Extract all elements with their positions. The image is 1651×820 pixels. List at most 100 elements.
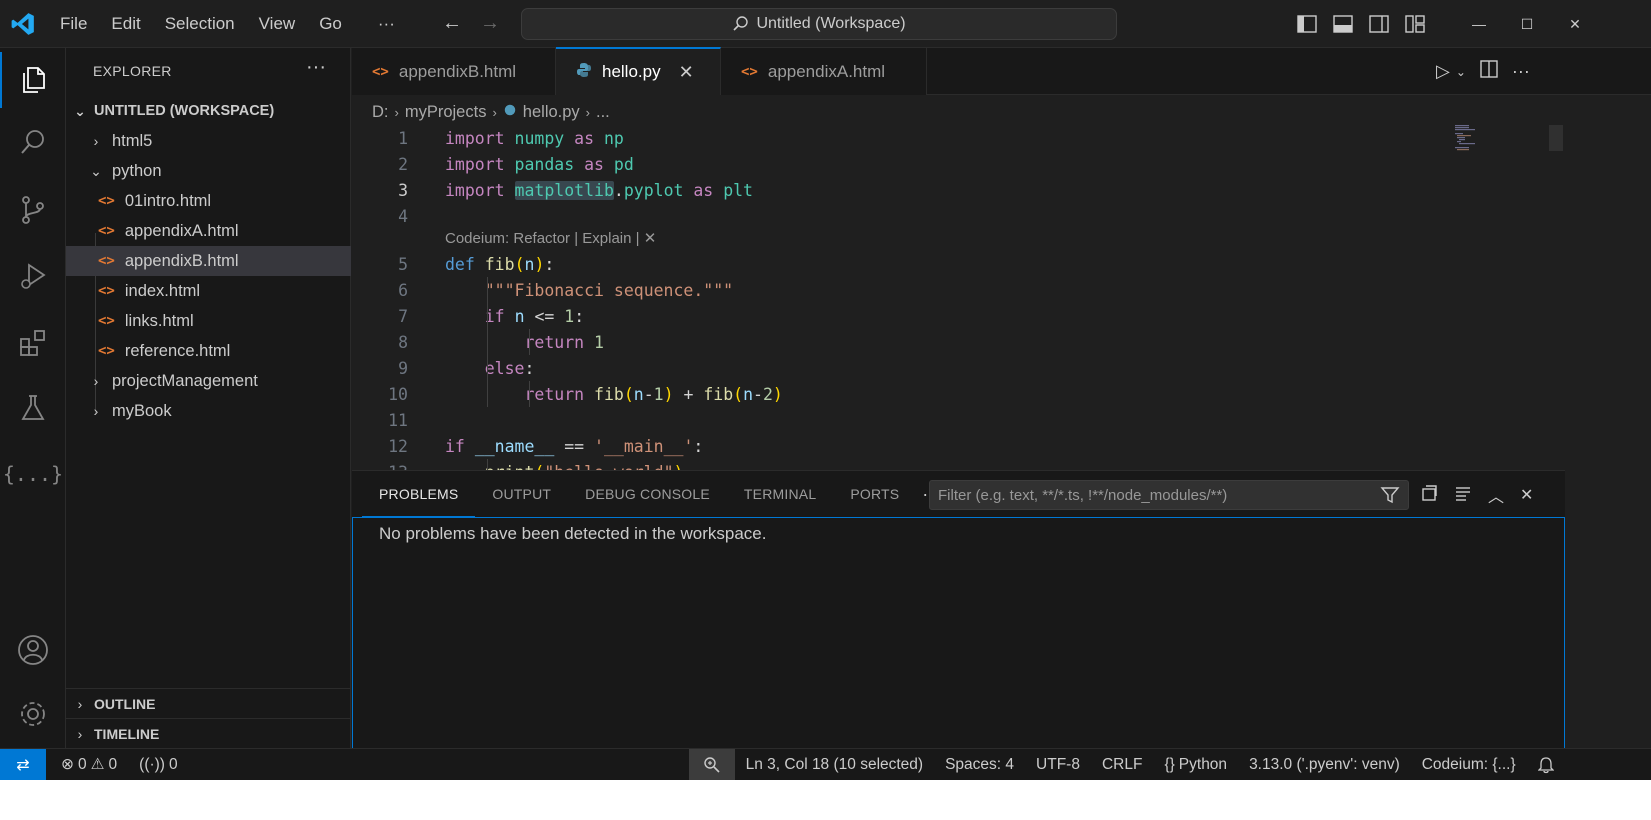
settings-gear-icon[interactable] [0, 686, 66, 742]
toggle-secondary-sidebar-icon[interactable] [1368, 13, 1390, 35]
tab-hello-py[interactable]: hello.py ✕ [556, 47, 721, 95]
breadcrumb-file[interactable]: hello.py [523, 103, 580, 122]
tab-debug-console[interactable]: DEBUG CONSOLE [568, 471, 727, 517]
breadcrumb-folder[interactable]: myProjects [405, 103, 487, 122]
language-mode[interactable]: {} Python [1153, 756, 1238, 774]
tree-file-reference[interactable]: <> reference.html [66, 336, 351, 366]
remote-indicator-icon[interactable]: ⇄ [0, 748, 46, 781]
menu-go[interactable]: Go [307, 14, 354, 34]
codeium-codelens[interactable]: Codeium: Refactor | Explain | ✕ [445, 229, 656, 247]
html-file-icon: <> [98, 223, 115, 239]
code-line: 7 if n <= 1: [352, 303, 1452, 329]
forward-arrow-icon[interactable]: → [480, 12, 500, 35]
tree-item-label: appendixB.html [124, 251, 239, 270]
back-arrow-icon[interactable]: ← [442, 12, 462, 35]
title-bar: File Edit Selection View Go ··· ← → Unti… [0, 0, 1651, 48]
explorer-sidebar: EXPLORER ··· ⌄ UNTITLED (WORKSPACE) › ht… [66, 48, 351, 748]
tree-file-index[interactable]: <> index.html [66, 276, 351, 306]
breadcrumb-more[interactable]: ... [596, 103, 610, 122]
tree-file-appendixB[interactable]: <> appendixB.html [66, 246, 351, 276]
tree-folder-myBook[interactable]: › myBook [66, 396, 351, 426]
collapse-all-icon[interactable] [1420, 484, 1438, 507]
code-line: 8 return 1 [352, 329, 1452, 355]
code-editor[interactable]: 1 import numpy as np 2 import pandas as pd… [352, 125, 1651, 470]
menu-file[interactable]: File [48, 14, 99, 34]
menu-edit[interactable]: Edit [99, 14, 152, 34]
encoding[interactable]: UTF-8 [1025, 756, 1091, 774]
run-debug-icon[interactable] [0, 248, 66, 304]
menu-more[interactable]: ··· [366, 14, 407, 34]
tree-file-links[interactable]: <> links.html [66, 306, 351, 336]
tree-file-01intro[interactable]: <> 01intro.html [66, 186, 351, 216]
braces-icon: {} [1164, 755, 1175, 773]
problems-message: No problems have been detected in the wo… [379, 524, 767, 543]
close-window-icon[interactable]: ✕ [1551, 16, 1599, 33]
tree-item-label: projectManagement [112, 371, 258, 390]
filter-icon[interactable] [1380, 485, 1400, 509]
timeline-section[interactable]: › TIMELINE [66, 718, 351, 748]
status-bar: ⇄ ⊗ 0 ⚠ 0 ((·)) 0 Ln 3, Col 18 (10 selec… [0, 748, 1651, 781]
more-actions-icon[interactable]: ··· [1512, 61, 1530, 82]
python-interpreter[interactable]: 3.13.0 ('.pyenv': venv) [1238, 756, 1411, 774]
tree-folder-projectManagement[interactable]: › projectManagement [66, 366, 351, 396]
ports-status[interactable]: ((·)) 0 [128, 756, 188, 774]
tab-output[interactable]: OUTPUT [475, 471, 568, 517]
json-icon[interactable]: {...} [0, 446, 66, 502]
tab-appendixA[interactable]: <> appendixA.html [721, 48, 927, 95]
language-label: Python [1178, 755, 1228, 773]
close-tab-icon[interactable]: ✕ [679, 62, 694, 83]
maximize-panel-icon[interactable]: ︿ [1488, 483, 1504, 507]
toggle-primary-sidebar-icon[interactable] [1296, 13, 1318, 35]
view-as-list-icon[interactable] [1454, 484, 1472, 507]
toggle-panel-icon[interactable] [1332, 13, 1354, 35]
tab-problems[interactable]: PROBLEMS [362, 471, 476, 517]
maximize-icon[interactable]: ☐ [1503, 16, 1551, 33]
explorer-icon[interactable] [0, 52, 66, 108]
outline-section[interactable]: › OUTLINE [66, 688, 351, 718]
search-icon[interactable] [0, 114, 66, 170]
tree-folder-python[interactable]: ⌄ python [66, 156, 351, 186]
line-number: 5 [398, 254, 408, 274]
html-file-icon: <> [98, 283, 115, 299]
menu-view[interactable]: View [247, 14, 308, 34]
tab-appendixB[interactable]: <> appendixB.html [352, 48, 556, 95]
split-editor-icon[interactable] [1480, 60, 1498, 83]
source-control-icon[interactable] [0, 182, 66, 238]
python-file-icon [576, 62, 592, 83]
minimap[interactable] [1455, 125, 1495, 155]
close-panel-icon[interactable]: ✕ [1520, 485, 1533, 505]
tree-folder-html5[interactable]: › html5 [66, 126, 351, 156]
zoom-icon[interactable] [688, 748, 735, 781]
line-number: 7 [398, 306, 408, 326]
minimize-icon[interactable]: — [1455, 16, 1503, 32]
notifications-bell-icon[interactable] [1527, 756, 1565, 774]
code-line: 11 [352, 407, 1452, 433]
workspace-header[interactable]: ⌄ UNTITLED (WORKSPACE) [66, 96, 351, 126]
tree-file-appendixA[interactable]: <> appendixA.html [66, 216, 351, 246]
chevron-down-icon[interactable]: ⌄ [1456, 65, 1466, 79]
codeium-status[interactable]: Codeium: {...} [1411, 756, 1527, 774]
editor-scrollbar[interactable] [1549, 125, 1563, 151]
sidebar-more-icon[interactable]: ··· [306, 56, 326, 79]
tab-terminal[interactable]: TERMINAL [727, 471, 833, 517]
chevron-down-icon: ⌄ [90, 162, 102, 179]
cursor-position[interactable]: Ln 3, Col 18 (10 selected) [735, 756, 935, 774]
testing-icon[interactable] [0, 380, 66, 436]
indentation[interactable]: Spaces: 4 [934, 756, 1025, 774]
problems-status[interactable]: ⊗ 0 ⚠ 0 [50, 755, 128, 774]
breadcrumb-drive[interactable]: D: [372, 103, 389, 122]
tab-ports[interactable]: PORTS [833, 471, 916, 517]
customize-layout-icon[interactable] [1404, 13, 1426, 35]
line-number: 12 [388, 436, 408, 456]
extensions-icon[interactable] [0, 314, 66, 370]
layout-controls [1296, 0, 1426, 48]
tree-item-label: python [112, 161, 162, 180]
problems-filter-input[interactable]: Filter (e.g. text, **/*.ts, !**/node_mod… [929, 480, 1409, 510]
end-of-line[interactable]: CRLF [1091, 756, 1153, 774]
accounts-icon[interactable] [0, 622, 66, 678]
menu-selection[interactable]: Selection [153, 14, 247, 34]
code-line: 13 print("hello world") [352, 459, 1452, 471]
command-center[interactable]: Untitled (Workspace) [521, 8, 1117, 40]
run-python-icon[interactable]: ▷ [1436, 61, 1450, 82]
indent-guide [529, 381, 530, 407]
